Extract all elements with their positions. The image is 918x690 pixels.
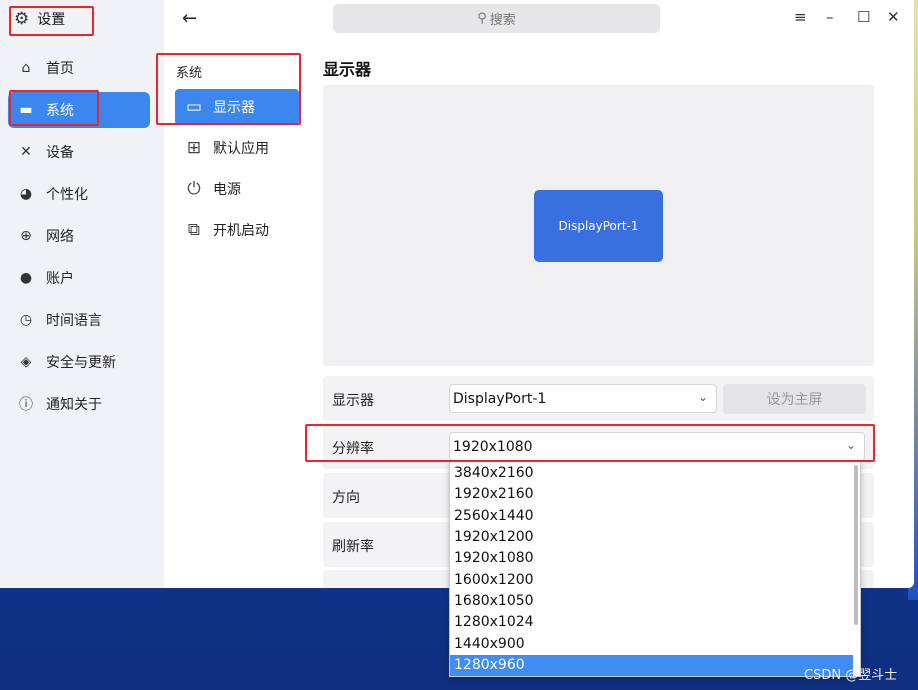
monitor-select[interactable]: DisplayPort-1 ⌄ bbox=[449, 384, 717, 413]
system-subnav: 系统 ▭ 显示器 ⊞ 默认应用 ⏻ 电源 ⧉ 开机启动 bbox=[164, 0, 307, 588]
monitor-icon: ▬ bbox=[19, 102, 33, 118]
apps-grid-icon: ⊞ bbox=[186, 138, 202, 158]
sidebar-item-label: 通知关于 bbox=[46, 397, 102, 413]
subnav-item-display[interactable]: ▭ 显示器 bbox=[175, 89, 299, 125]
sidebar-item-label: 个性化 bbox=[46, 187, 88, 203]
resolution-dropdown-list: 3840x2160 1920x2160 2560x1440 1920x1200 … bbox=[449, 461, 861, 677]
clock-icon: ◷ bbox=[19, 312, 33, 328]
app-title-text: 设置 bbox=[37, 12, 66, 28]
monitor-label: 显示器 bbox=[332, 393, 374, 409]
menu-icon[interactable]: ≡ bbox=[794, 8, 807, 26]
home-icon: ⌂ bbox=[21, 60, 31, 76]
startup-icon: ⧉ bbox=[187, 220, 201, 240]
shield-icon: ◈ bbox=[20, 354, 32, 370]
resolution-option[interactable]: 1920x1080 bbox=[450, 548, 853, 569]
search-input[interactable]: ⚲ 搜索 bbox=[333, 4, 660, 33]
sidebar-item-label: 设备 bbox=[46, 145, 74, 161]
minimize-icon[interactable]: – bbox=[826, 8, 834, 26]
close-icon[interactable]: ✕ bbox=[887, 8, 900, 26]
chevron-down-icon: ⌄ bbox=[697, 390, 708, 404]
subnav-item-power[interactable]: ⏻ 电源 bbox=[175, 171, 299, 207]
resolution-select-value: 1920x1080 bbox=[453, 438, 533, 455]
sidebar-item-label: 系统 bbox=[46, 103, 74, 119]
sidebar-item-account[interactable]: ● 账户 bbox=[8, 260, 150, 296]
sidebar: ⚙ 设置 ⌂ 首页 ▬ 系统 ✕ 设备 ◕ 个性化 ⊕ 网络 ● 账户 ◷ 时间… bbox=[0, 0, 164, 588]
info-icon: ⓘ bbox=[19, 397, 33, 413]
set-primary-button[interactable]: 设为主屏 bbox=[723, 384, 866, 414]
subnav-item-label: 开机启动 bbox=[213, 223, 269, 239]
sidebar-item-security[interactable]: ◈ 安全与更新 bbox=[8, 344, 150, 380]
search-placeholder: 搜索 bbox=[489, 13, 516, 28]
resolution-option[interactable]: 1920x2160 bbox=[450, 484, 853, 505]
sidebar-item-label: 网络 bbox=[46, 229, 74, 245]
tools-icon: ✕ bbox=[20, 144, 32, 160]
palette-icon: ◕ bbox=[19, 186, 33, 202]
page-title: 显示器 bbox=[323, 60, 372, 79]
watermark-text: CSDN @翌斗士 bbox=[804, 668, 898, 683]
subnav-item-startup[interactable]: ⧉ 开机启动 bbox=[175, 212, 299, 248]
sidebar-item-label: 首页 bbox=[46, 61, 74, 77]
power-icon: ⏻ bbox=[187, 179, 201, 199]
subnav-header: 系统 bbox=[176, 66, 203, 81]
sidebar-item-home[interactable]: ⌂ 首页 bbox=[8, 50, 150, 86]
maximize-icon[interactable]: ☐ bbox=[857, 8, 870, 26]
refresh-rate-label: 刷新率 bbox=[332, 539, 374, 555]
monitor-preview-tile[interactable]: DisplayPort-1 bbox=[534, 190, 663, 262]
sidebar-item-time-language[interactable]: ◷ 时间语言 bbox=[8, 302, 150, 338]
resolution-option[interactable]: 3840x2160 bbox=[450, 463, 853, 484]
gear-icon: ⚙ bbox=[14, 9, 30, 29]
resolution-option[interactable]: 1920x1200 bbox=[450, 527, 853, 548]
orientation-label: 方向 bbox=[332, 490, 360, 506]
monitor-icon: ▭ bbox=[185, 97, 203, 117]
sidebar-item-label: 账户 bbox=[46, 271, 74, 287]
sidebar-item-network[interactable]: ⊕ 网络 bbox=[8, 218, 150, 254]
sidebar-item-devices[interactable]: ✕ 设备 bbox=[8, 134, 150, 170]
chevron-down-icon: ⌄ bbox=[845, 438, 856, 452]
resolution-option[interactable]: 2560x1440 bbox=[450, 506, 853, 527]
resolution-option[interactable]: 1440x900 bbox=[450, 634, 853, 655]
sidebar-item-system[interactable]: ▬ 系统 bbox=[8, 92, 150, 128]
back-arrow-icon[interactable]: ← bbox=[182, 8, 197, 29]
resolution-option[interactable]: 1280x1024 bbox=[450, 612, 853, 633]
sidebar-item-about[interactable]: ⓘ 通知关于 bbox=[8, 386, 150, 422]
subnav-item-label: 默认应用 bbox=[213, 141, 269, 157]
subnav-item-label: 电源 bbox=[213, 182, 241, 198]
resolution-select[interactable]: 1920x1080 ⌄ bbox=[449, 432, 865, 461]
sidebar-item-label: 安全与更新 bbox=[46, 355, 116, 371]
dropdown-scrollbar[interactable] bbox=[854, 465, 858, 625]
user-icon: ● bbox=[19, 270, 33, 286]
subnav-item-default-apps[interactable]: ⊞ 默认应用 bbox=[175, 130, 299, 166]
sidebar-item-label: 时间语言 bbox=[46, 313, 102, 329]
sidebar-item-personalization[interactable]: ◕ 个性化 bbox=[8, 176, 150, 212]
resolution-option[interactable]: 1680x1050 bbox=[450, 591, 853, 612]
app-title: ⚙ 设置 bbox=[14, 8, 65, 30]
globe-icon: ⊕ bbox=[20, 228, 32, 244]
search-icon: ⚲ bbox=[477, 11, 487, 26]
monitor-select-value: DisplayPort-1 bbox=[453, 390, 547, 407]
resolution-option[interactable]: 1600x1200 bbox=[450, 570, 853, 591]
resolution-option-highlighted[interactable]: 1280x960 bbox=[450, 655, 853, 676]
subnav-item-label: 显示器 bbox=[213, 100, 255, 116]
resolution-label: 分辨率 bbox=[332, 441, 374, 457]
